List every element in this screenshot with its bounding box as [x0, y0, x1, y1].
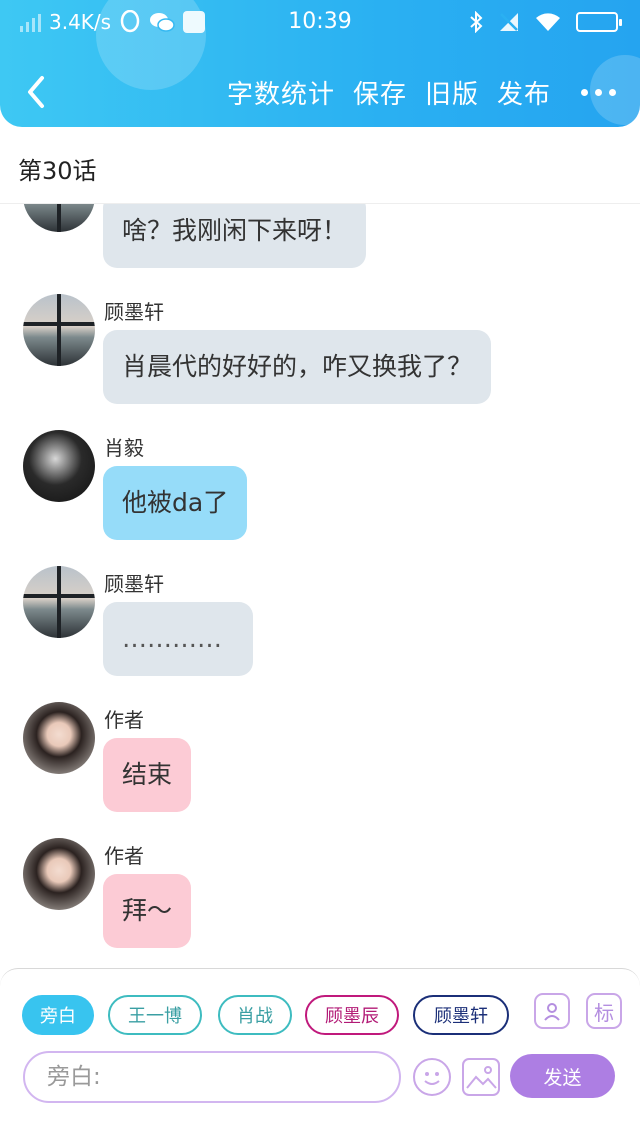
role-chip[interactable]: 王一博 — [108, 995, 202, 1035]
chat-list[interactable]: 啥？我刚闲下来呀！ 顾墨轩 肖晨代的好好的，咋又换我了？ 肖毅 他被da了 顾墨… — [0, 204, 640, 968]
chevron-left-icon[interactable] — [18, 72, 58, 112]
app-header: 3.4K/s 10:39 字数统计 保存 旧版 发布 — [0, 0, 640, 127]
chat-message: 作者 结束 — [0, 702, 640, 822]
sender-name: 顾墨轩 — [104, 572, 164, 596]
role-selector: 旁白 王一博 肖战 顾墨辰 顾墨轩 标 — [22, 993, 622, 1039]
avatar[interactable] — [23, 294, 95, 366]
status-bar: 3.4K/s 10:39 — [0, 0, 640, 44]
chat-message: 作者 拜～ — [0, 838, 640, 958]
avatar[interactable] — [23, 430, 95, 502]
publish-button[interactable]: 发布 — [497, 74, 551, 111]
battery-icon — [576, 12, 622, 32]
role-chip[interactable]: 顾墨轩 — [413, 995, 509, 1035]
message-bubble[interactable]: 啥？我刚闲下来呀！ — [103, 204, 367, 268]
message-bubble[interactable]: 拜～ — [103, 874, 192, 948]
tag-button[interactable]: 标 — [586, 993, 622, 1029]
message-bubble[interactable]: ………… — [103, 602, 253, 676]
wifi-icon — [536, 13, 560, 31]
chapter-header: 第30话 — [0, 127, 640, 204]
message-bubble[interactable]: 他被da了 — [103, 466, 248, 540]
save-button[interactable]: 保存 — [353, 74, 407, 111]
sender-name: 作者 — [104, 708, 144, 732]
message-bubble[interactable]: 结束 — [103, 738, 192, 812]
avatar[interactable] — [23, 702, 95, 774]
word-count-button[interactable]: 字数统计 — [227, 74, 335, 111]
role-chip[interactable]: 肖战 — [218, 995, 292, 1035]
more-dots-icon[interactable] — [577, 77, 620, 108]
person-card-icon[interactable] — [534, 993, 570, 1029]
image-icon[interactable] — [462, 1058, 500, 1096]
nav-bar: 字数统计 保存 旧版 发布 — [0, 60, 640, 124]
send-button[interactable]: 发送 — [510, 1054, 615, 1098]
avatar[interactable] — [23, 566, 95, 638]
chat-message: 啥？我刚闲下来呀！ — [0, 204, 640, 268]
smiley-icon[interactable] — [413, 1058, 451, 1096]
message-input[interactable] — [23, 1051, 401, 1103]
sender-name: 顾墨轩 — [104, 300, 164, 324]
chat-message: 顾墨轩 肖晨代的好好的，咋又换我了？ — [0, 294, 640, 414]
sender-name: 作者 — [104, 844, 144, 868]
bluetooth-icon — [470, 11, 483, 33]
message-bubble[interactable]: 肖晨代的好好的，咋又换我了？ — [103, 330, 492, 404]
chat-message: 肖毅 他被da了 — [0, 430, 640, 550]
old-version-button[interactable]: 旧版 — [425, 74, 479, 111]
chat-message: 顾墨轩 ………… — [0, 566, 640, 686]
avatar[interactable] — [23, 838, 95, 910]
mobile-data-off-icon — [500, 13, 518, 31]
chapter-title: 第30话 — [18, 157, 97, 185]
role-chip[interactable]: 顾墨辰 — [305, 995, 399, 1035]
role-chip-narrator[interactable]: 旁白 — [22, 995, 94, 1035]
sender-name: 肖毅 — [104, 436, 144, 460]
